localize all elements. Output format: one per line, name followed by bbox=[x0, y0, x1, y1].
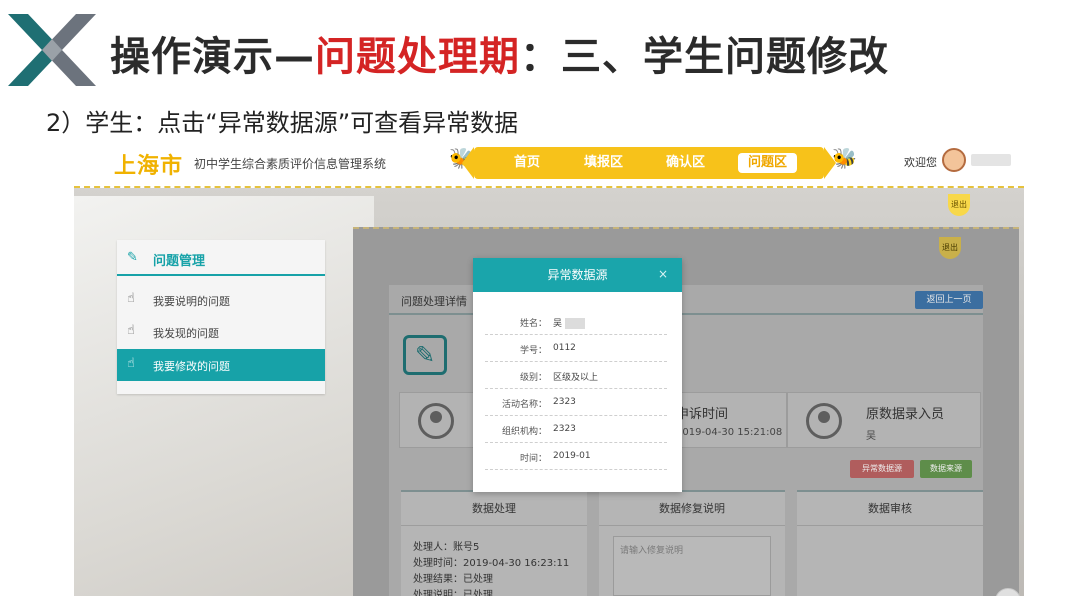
sidebar-item-label: 我发现的问题 bbox=[153, 327, 219, 340]
back-button[interactable]: 返回上一页 bbox=[915, 291, 983, 309]
row-key: 时间： bbox=[519, 454, 547, 464]
sidebar: ✎ 问题管理 ☝ 我要说明的问题 ☝ 我发现的问题 ☝ 我要修改的问题 bbox=[117, 240, 325, 394]
row-value: 吴 bbox=[553, 316, 586, 329]
welcome-text: 欢迎您 bbox=[904, 156, 937, 169]
modal-header: 异常数据源 × bbox=[473, 258, 682, 292]
slide-subtitle: 2）学生：点击“异常数据源”可查看异常数据 bbox=[46, 109, 519, 137]
row-value: 区级及以上 bbox=[553, 373, 599, 383]
app-screenshot: 上海市 初中学生综合素质评价信息管理系统 🐝 首页 填报区 确认区 问题区 🐝 … bbox=[74, 136, 1024, 596]
modal-row-student-id: 学号： 0112 bbox=[485, 335, 667, 362]
nav-confirm-area[interactable]: 确认区 bbox=[666, 153, 705, 173]
hand-pointer-icon: ☝ bbox=[127, 291, 135, 306]
data-processing-column: 数据处理 处理人：账号5 处理时间：2019-04-30 16:23:11 处理… bbox=[401, 490, 587, 596]
nav-problem-area[interactable]: 问题区 bbox=[738, 153, 798, 173]
panel-title: 问题处理详情 bbox=[401, 295, 467, 308]
data-review-column: 数据审核 bbox=[797, 490, 983, 596]
row-value: 2323 bbox=[553, 424, 576, 434]
sidebar-header: ✎ 问题管理 bbox=[117, 240, 325, 276]
close-icon[interactable]: × bbox=[658, 267, 668, 281]
bee-icon: 🐝 bbox=[832, 146, 857, 170]
name-value: 吴 bbox=[553, 319, 563, 329]
info-card-recorder: 原数据录入员 吴 bbox=[787, 392, 981, 448]
row-key: 学号： bbox=[519, 346, 547, 356]
row-value: 2019-01 bbox=[553, 451, 591, 461]
hand-pointer-icon: ☝ bbox=[127, 323, 135, 338]
user-icon bbox=[418, 403, 454, 439]
avatar[interactable] bbox=[942, 148, 966, 172]
modal-row-name: 姓名： 吴 bbox=[485, 308, 667, 335]
process-time-line: 处理时间：2019-04-30 16:23:11 bbox=[413, 558, 570, 569]
repair-note-column: 数据修复说明 请输入修复说明 bbox=[599, 490, 785, 596]
title-prefix: 操作演示— bbox=[110, 34, 315, 80]
content-overlay: 退出 问题处理详情 返回上一页 ✎ 申诉时间 2019-04-30 15:21:… bbox=[353, 227, 1019, 596]
column-title: 数据处理 bbox=[401, 492, 587, 526]
sidebar-item-modify[interactable]: ☝ 我要修改的问题 bbox=[117, 349, 325, 381]
row-value: 2323 bbox=[553, 397, 576, 407]
appeal-time-value: 2019-04-30 15:21:08 bbox=[676, 427, 783, 438]
x-logo bbox=[8, 14, 96, 86]
sidebar-item-found[interactable]: ☝ 我发现的问题 bbox=[117, 316, 325, 348]
nav-home[interactable]: 首页 bbox=[514, 153, 540, 173]
sidebar-item-explain[interactable]: ☝ 我要说明的问题 bbox=[117, 284, 325, 316]
abnormal-source-modal: 异常数据源 × 姓名： 吴 学号： 0112 级别： 区级及以上 活动名称： 2… bbox=[473, 258, 682, 492]
column-title: 数据审核 bbox=[797, 492, 983, 526]
title-suffix: ：三、学生问题修改 bbox=[520, 34, 889, 80]
row-key: 组织机构： bbox=[501, 427, 547, 437]
appeal-time-title: 申诉时间 bbox=[676, 407, 729, 422]
slide-title: 操作演示—问题处理期：三、学生问题修改 bbox=[110, 24, 889, 82]
logout-tag-dimmed: 退出 bbox=[939, 237, 961, 259]
nav-bar: 首页 填报区 确认区 问题区 bbox=[462, 147, 836, 179]
hand-pointer-icon: ☝ bbox=[127, 356, 135, 371]
row-value: 0112 bbox=[553, 343, 576, 353]
row-key: 级别： bbox=[519, 373, 547, 383]
data-source-button[interactable]: 数据来源 bbox=[920, 460, 972, 478]
modal-row-activity: 活动名称： 2323 bbox=[485, 389, 667, 416]
row-key: 姓名： bbox=[519, 319, 547, 329]
edit-icon: ✎ bbox=[403, 335, 447, 375]
top-bar: 上海市 初中学生综合素质评价信息管理系统 🐝 首页 填报区 确认区 问题区 🐝 … bbox=[74, 136, 1024, 188]
modal-row-time: 时间： 2019-01 bbox=[485, 443, 667, 470]
recorder-title: 原数据录入员 bbox=[866, 407, 945, 422]
edit-icon: ✎ bbox=[127, 250, 138, 265]
processor-line: 处理人：账号5 bbox=[413, 542, 480, 553]
process-result-line: 处理结果：已处理 bbox=[413, 574, 493, 585]
nav-fill-area[interactable]: 填报区 bbox=[584, 153, 623, 173]
logout-tag[interactable]: 退出 bbox=[948, 194, 970, 216]
recorder-value: 吴 bbox=[866, 431, 876, 442]
column-title: 数据修复说明 bbox=[599, 492, 785, 526]
title-highlight: 问题处理期 bbox=[315, 34, 520, 80]
modal-title: 异常数据源 bbox=[547, 268, 608, 282]
sidebar-title: 问题管理 bbox=[153, 254, 206, 269]
abnormal-source-button[interactable]: 异常数据源 bbox=[850, 460, 914, 478]
process-note-line: 处理说明：已处理 bbox=[413, 590, 493, 596]
modal-row-organization: 组织机构： 2323 bbox=[485, 416, 667, 443]
row-key: 活动名称： bbox=[501, 400, 547, 410]
username-blurred bbox=[971, 154, 1011, 166]
repair-note-input[interactable]: 请输入修复说明 bbox=[613, 536, 771, 596]
name-redaction bbox=[565, 318, 586, 329]
sidebar-item-label: 我要修改的问题 bbox=[153, 360, 230, 373]
modal-row-level: 级别： 区级及以上 bbox=[485, 362, 667, 389]
system-name: 初中学生综合素质评价信息管理系统 bbox=[194, 157, 387, 171]
brand-city: 上海市 bbox=[114, 154, 184, 179]
sidebar-item-label: 我要说明的问题 bbox=[153, 295, 230, 308]
user-icon bbox=[806, 403, 842, 439]
